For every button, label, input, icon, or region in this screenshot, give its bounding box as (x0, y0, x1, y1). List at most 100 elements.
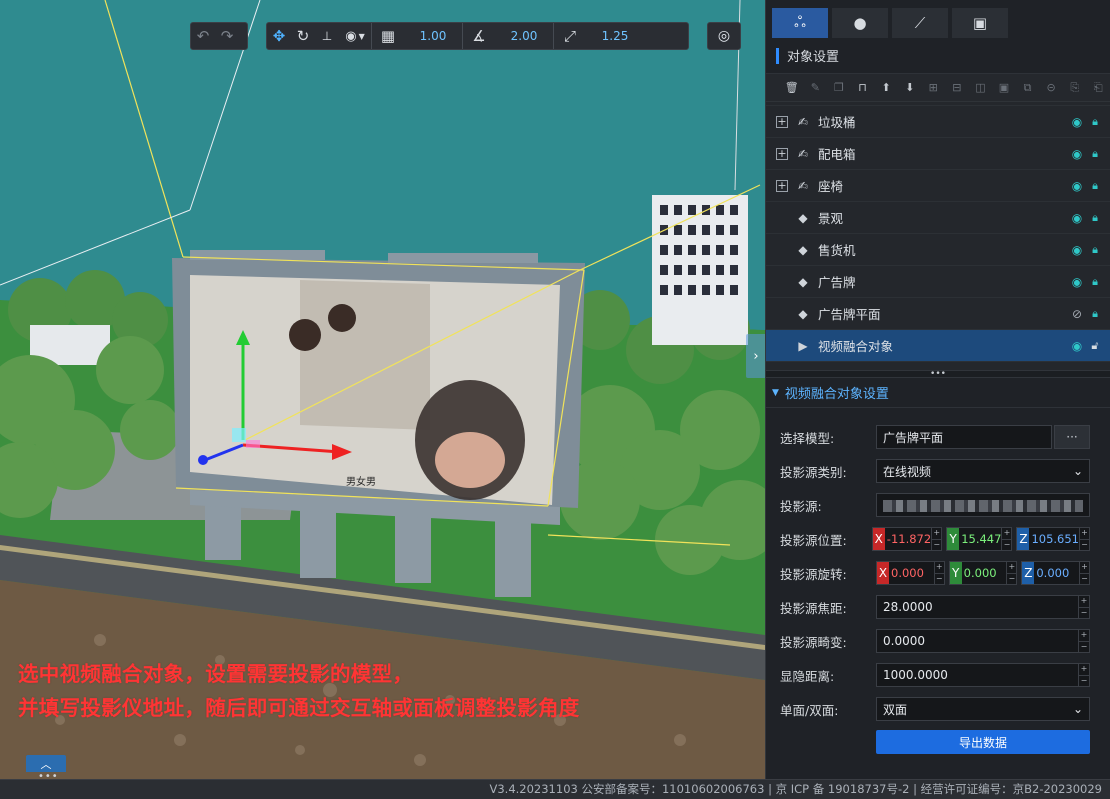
copy-icon[interactable]: ❐ (827, 81, 851, 94)
tree-item[interactable]: ◆ 广告牌平面 ⊘ 🔒︎ (766, 298, 1110, 330)
eye-icon[interactable]: ◉ (1068, 115, 1086, 129)
link-icon[interactable]: ⊝ (1039, 81, 1063, 94)
grid-snap-toggle[interactable]: ▦ (372, 23, 404, 49)
settings-form: 选择模型: 广告牌平面 ··· 投影源类别: 在线视频 ⌄ 投影源: 投影源位置… (766, 408, 1110, 754)
scale-axis-icon: ⊥ (321, 29, 333, 43)
eye-icon[interactable]: ◉ (1068, 211, 1086, 225)
cube-icon: ◆ (798, 210, 808, 225)
row-position: 投影源位置: X -11.872 + − Y 15.447 + − Z 105.65… (780, 522, 1090, 556)
form-title: 视频融合对象设置 (784, 387, 889, 402)
row-rotation: 投影源旋转: X 0.000 + − Y 0.000 + − Z 0.000 + − (780, 556, 1091, 590)
lock-icon[interactable]: 🔒︎ (1086, 179, 1104, 193)
tab-light[interactable]: ● (832, 8, 888, 38)
move-down-icon[interactable]: ⬇ (898, 81, 922, 94)
tree-item[interactable]: + ✍ 座椅 ◉ 🔒︎ (766, 170, 1110, 202)
tree-item[interactable]: ◆ 景观 ◉ 🔒︎ (766, 202, 1110, 234)
unlock-icon[interactable]: 🔓︎ (1086, 339, 1104, 353)
bottom-drag-handle[interactable]: ••• (38, 771, 59, 779)
export-icon[interactable]: ⎘ (1063, 81, 1087, 95)
source-type-select[interactable]: 在线视频 ⌄ (876, 459, 1090, 483)
hide-distance-label: 显隐距离: (780, 668, 835, 684)
focal-input[interactable]: 28.0000 + − (876, 595, 1090, 619)
tab-objects[interactable]: ஃ (772, 8, 828, 38)
import-icon[interactable]: ⎗ (1087, 81, 1110, 95)
undo-button[interactable]: ↶ (191, 23, 215, 49)
snap-move-value[interactable]: 1.00 (404, 29, 462, 43)
lock-icon[interactable]: 🔒︎ (1086, 275, 1104, 289)
tree-item-label: 广告牌平面 (818, 307, 881, 322)
edit-icon[interactable]: ✎ (804, 81, 828, 94)
scale-snap-toggle[interactable]: ⤢ (554, 23, 586, 49)
source-url-field-redacted[interactable] (876, 493, 1090, 517)
rotate-tool-button[interactable]: ↻ (291, 23, 315, 49)
expand-icon[interactable]: + (776, 179, 788, 192)
merge-icon[interactable]: ⧉ (1016, 81, 1040, 95)
form-header[interactable]: ▼ 视频融合对象设置 (766, 378, 1110, 408)
focus-button[interactable]: ◎ (707, 22, 741, 50)
distortion-input[interactable]: 0.0000 + − (876, 629, 1090, 653)
panel-splitter[interactable]: ••• (766, 370, 1110, 379)
lock-icon[interactable]: 🔒︎ (1086, 307, 1104, 321)
scale-tool-button[interactable]: ⊥ (315, 23, 339, 49)
lock-icon[interactable]: 🔒︎ (1086, 243, 1104, 257)
browse-model-button[interactable]: ··· (1054, 425, 1090, 449)
export-data-button[interactable]: 导出数据 (876, 730, 1090, 754)
rotation-x-input[interactable]: X 0.000 + − (876, 561, 945, 585)
angle-icon: ∡ (472, 27, 486, 45)
tab-image[interactable]: ▣ (952, 8, 1008, 38)
rotation-z-input[interactable]: Z 0.000 + − (1021, 561, 1091, 585)
delete-icon[interactable]: 🗑 (780, 81, 804, 94)
expand-icon[interactable]: + (776, 147, 788, 160)
image-icon: ▣ (972, 14, 988, 32)
objects-icon: ஃ (794, 13, 806, 31)
eye-icon[interactable]: ◉ (1068, 179, 1086, 193)
accent-bar (776, 47, 779, 64)
coordinate-space-dropdown[interactable]: ◉ ▼ (339, 23, 371, 49)
position-z-input[interactable]: Z 105.651 + − (1016, 527, 1090, 551)
move-up-icon[interactable]: ⬆ (874, 81, 898, 94)
caption-line-2: 并填写投影仪地址，随后即可通过交互轴或面板调整投影角度 (18, 696, 580, 720)
expand-icon[interactable]: + (776, 115, 788, 128)
eye-icon[interactable]: ◉ (1068, 147, 1086, 161)
align-icon[interactable]: ◫ (969, 81, 993, 94)
lock-icon[interactable]: 🔒︎ (1086, 211, 1104, 225)
group-icon[interactable]: ⊓ (851, 81, 875, 94)
scene-viewport[interactable]: 男女男 ↶ ↷ ✥ ↻ ⊥ ◉ ▼ ▦ 1.00 ∡ 2.00 ⤢ 1.25 ◎ … (0, 0, 765, 779)
billboard-caption: 男女男 (346, 477, 376, 488)
eye-icon[interactable]: ◉ (1068, 243, 1086, 257)
tree-item[interactable]: ◆ 广告牌 ◉ 🔒︎ (766, 266, 1110, 298)
snap-scale-value[interactable]: 1.25 (586, 29, 644, 43)
source-type-label: 投影源类别: (780, 464, 847, 480)
video-icon: ▶ (798, 338, 808, 353)
rotation-y-input[interactable]: Y 0.000 + − (948, 561, 1018, 585)
angle-snap-toggle[interactable]: ∡ (463, 23, 495, 49)
lightbulb-icon: ● (853, 14, 867, 32)
tree-item[interactable]: + ✍ 配电箱 ◉ 🔒︎ (766, 138, 1110, 170)
object-tree: + ✍ 垃圾桶 ◉ 🔒︎ + ✍ 配电箱 ◉ 🔒︎ + ✍ 座椅 ◉ 🔒︎ ◆ … (766, 102, 1110, 370)
add-layer-icon[interactable]: ⊞ (921, 81, 945, 94)
eye-icon[interactable]: ◉ (1068, 339, 1086, 353)
expand-bottom-panel-button[interactable]: ︿ (26, 755, 66, 772)
model-field[interactable]: 广告牌平面 (876, 425, 1052, 449)
lock-icon[interactable]: 🔒︎ (1086, 147, 1104, 161)
eye-slash-icon[interactable]: ⊘ (1068, 307, 1086, 321)
tab-effects[interactable]: ⟋ (892, 8, 948, 38)
eye-icon[interactable]: ◉ (1068, 275, 1086, 289)
position-y-input[interactable]: Y 15.447 + − (946, 527, 1013, 551)
tree-item[interactable]: ◆ 售货机 ◉ 🔒︎ (766, 234, 1110, 266)
position-x-input[interactable]: X -11.872 + − (871, 527, 943, 551)
sides-select[interactable]: 双面 ⌄ (876, 697, 1090, 721)
snap-rotate-value[interactable]: 2.00 (495, 29, 553, 43)
frame-icon[interactable]: ▣ (992, 81, 1016, 94)
row-sides: 单面/双面: 双面 ⌄ (780, 692, 1090, 726)
hide-distance-input[interactable]: 1000.0000 + − (876, 663, 1090, 687)
panel-toggle-button[interactable]: › (746, 334, 766, 378)
move-tool-button[interactable]: ✥ (267, 23, 291, 49)
remove-layer-icon[interactable]: ⊟ (945, 81, 969, 94)
tree-item-selected[interactable]: ▶ 视频融合对象 ◉ 🔓︎ (766, 330, 1110, 362)
focal-label: 投影源焦距: (780, 600, 847, 616)
row-distortion: 投影源畸变: 0.0000 + − (780, 624, 1090, 658)
tree-item[interactable]: + ✍ 垃圾桶 ◉ 🔒︎ (766, 106, 1110, 138)
lock-icon[interactable]: 🔒︎ (1086, 115, 1104, 129)
redo-button[interactable]: ↷ (215, 23, 239, 49)
